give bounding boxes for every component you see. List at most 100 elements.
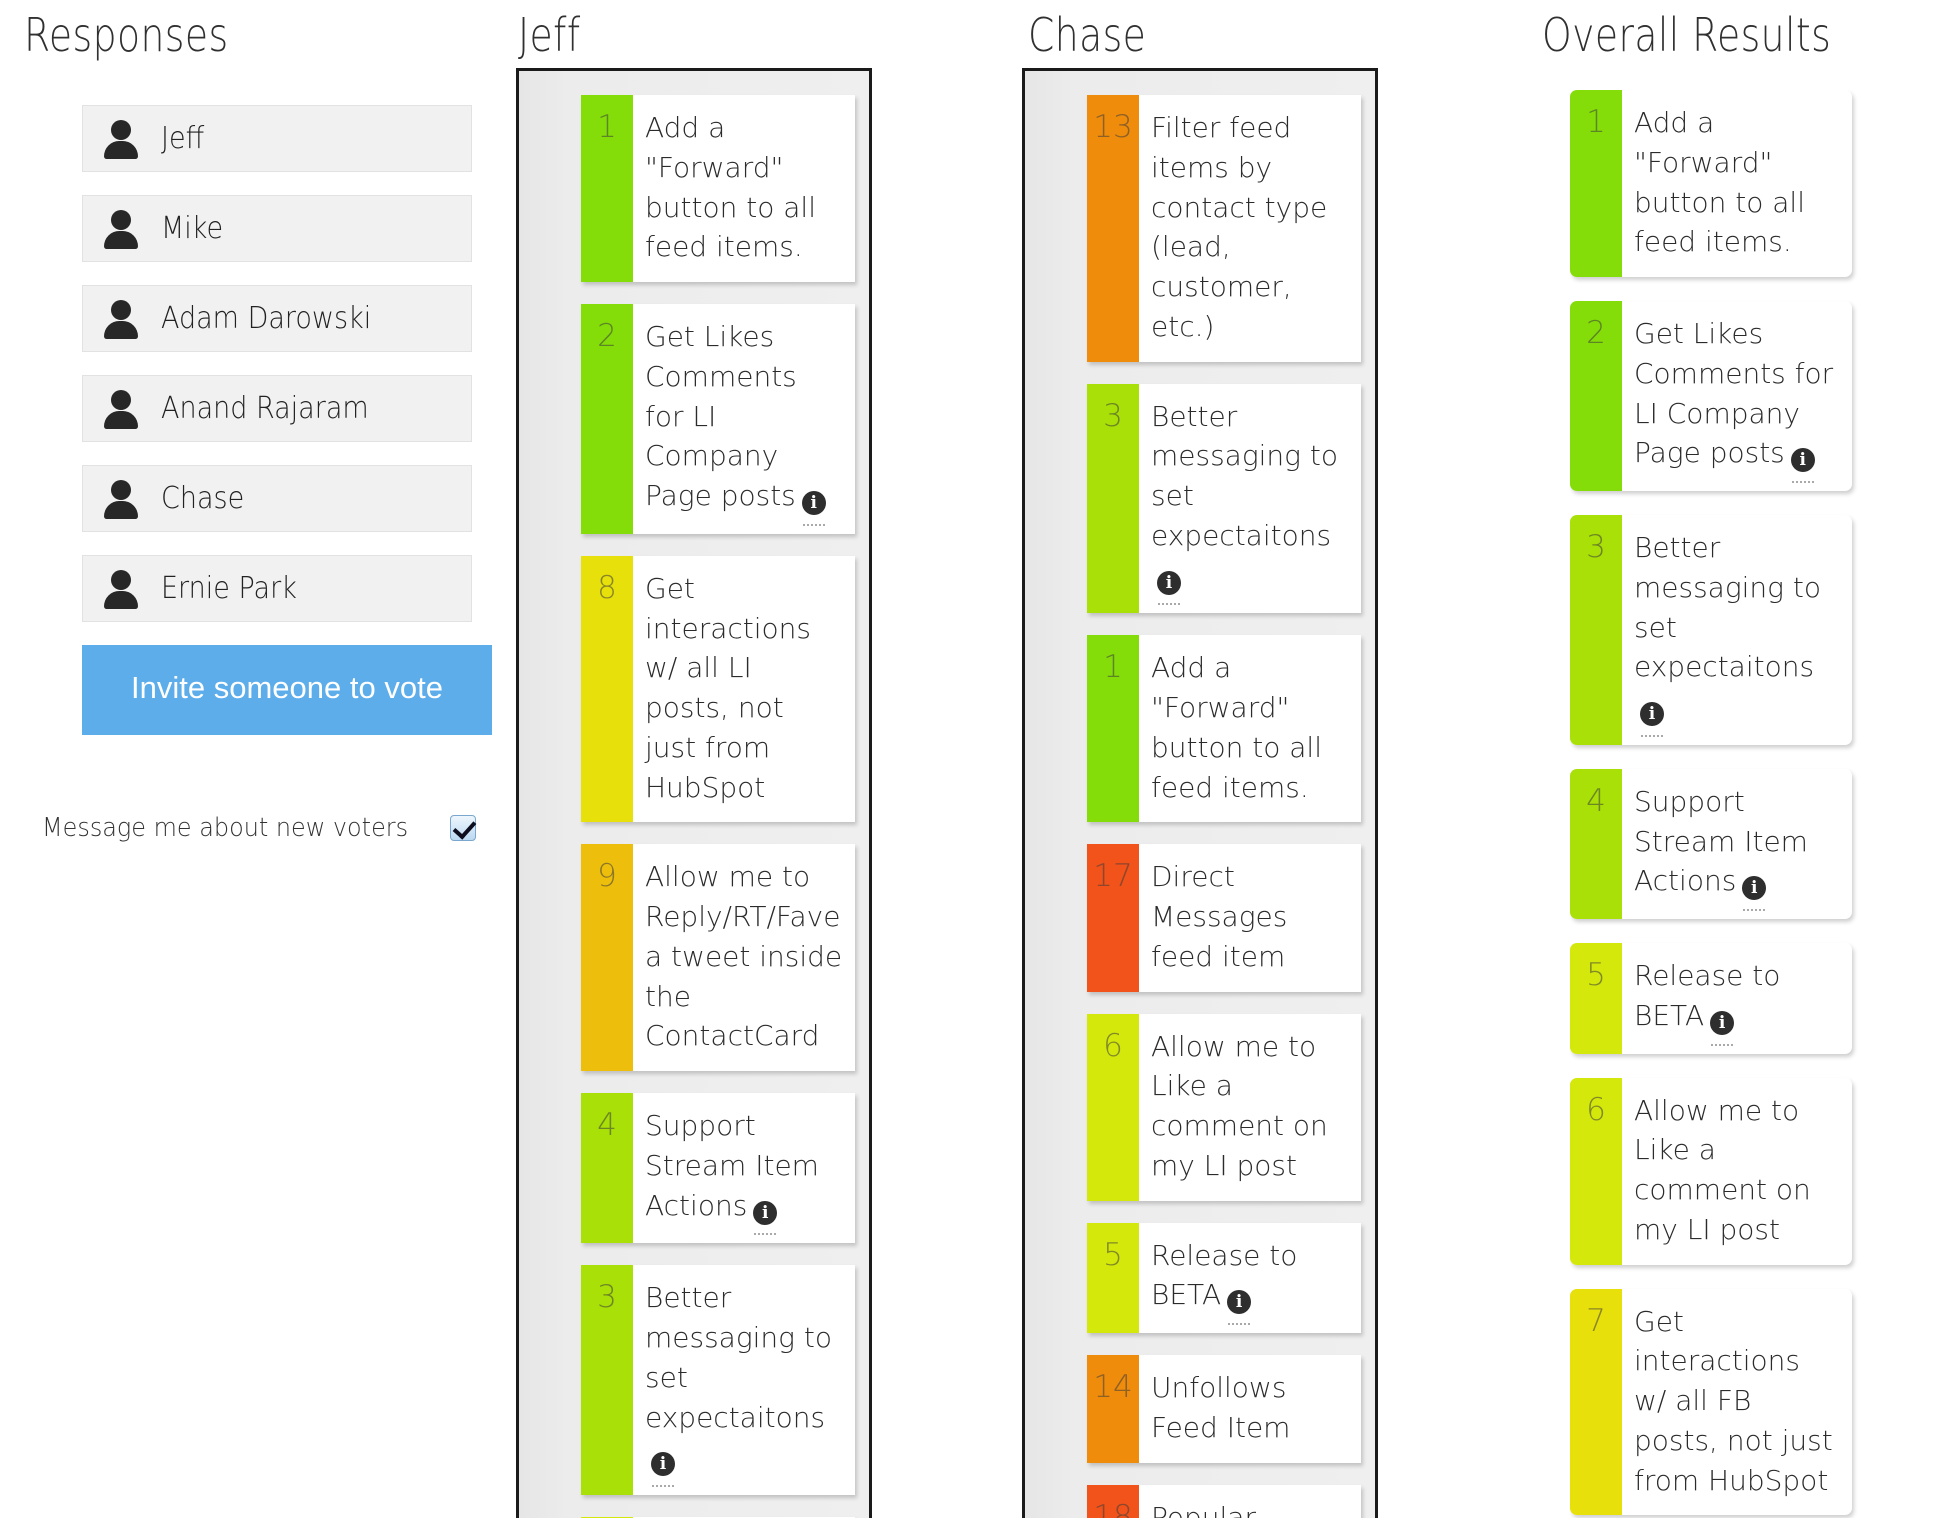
- vote-card-body: Get interactions w/ all FB posts, not ju…: [1622, 1289, 1852, 1516]
- vote-card-text: Add a "Forward" button to all feed items…: [1634, 106, 1805, 258]
- vote-card[interactable]: 2Get Likes Comments for LI Company Page …: [1570, 301, 1852, 491]
- person-icon: [99, 567, 143, 611]
- voter-list: Jeff Mike Adam Darowski Anand Rajaram Chase E…: [82, 105, 472, 622]
- vote-card[interactable]: 3Better messaging to set expectaitons i: [581, 1265, 855, 1495]
- vote-card[interactable]: 5Release to BETAi: [1087, 1223, 1361, 1334]
- vote-card-rank: 3: [581, 1265, 633, 1495]
- vote-card-text: Better messaging to set expectaitons: [1151, 400, 1338, 552]
- vote-card[interactable]: 17Direct Messages feed item: [1087, 844, 1361, 991]
- voter-row[interactable]: Anand Rajaram: [82, 375, 472, 442]
- vote-card[interactable]: 13Filter feed items by contact type (lea…: [1087, 95, 1361, 362]
- vote-card-text: Add a "Forward" button to all feed items…: [645, 111, 816, 263]
- vote-column-jeff: 1Add a "Forward" button to all feed item…: [516, 68, 872, 1518]
- vote-card[interactable]: 8Get interactions w/ all LI posts, not j…: [581, 556, 855, 823]
- vote-card[interactable]: 4Support Stream Item Actionsi: [1570, 769, 1852, 919]
- vote-card[interactable]: 1Add a "Forward" button to all feed item…: [581, 95, 855, 282]
- vote-card[interactable]: 5Release to BETAi: [1570, 943, 1852, 1054]
- person-icon: [99, 207, 143, 251]
- vote-card-body: Direct Messages feed item: [1139, 844, 1361, 991]
- vote-card[interactable]: 4Support Stream Item Actionsi: [581, 1093, 855, 1243]
- vote-card-text: Get interactions w/ all LI posts, not ju…: [645, 572, 811, 804]
- vote-card-text: Popular Content: People Are Favoriting f…: [1151, 1501, 1300, 1518]
- vote-card-body: Support Stream Item Actionsi: [633, 1093, 855, 1243]
- person-icon: [99, 117, 143, 161]
- info-icon[interactable]: i: [1742, 864, 1766, 904]
- vote-card[interactable]: 18Popular Content: People Are Favoriting…: [1087, 1485, 1361, 1518]
- overall-results-column: 1Add a "Forward" button to all feed item…: [1570, 90, 1914, 1518]
- vote-card[interactable]: 3Better messaging to set expectaitons i: [1570, 515, 1852, 745]
- vote-card[interactable]: 2Get Likes Comments for LI Company Page …: [581, 304, 855, 534]
- card-list-chase: 13Filter feed items by contact type (lea…: [1025, 95, 1375, 1518]
- info-icon[interactable]: i: [1227, 1278, 1251, 1318]
- vote-card-rank: 2: [581, 304, 633, 534]
- vote-card-rank: 9: [581, 844, 633, 1071]
- info-icon[interactable]: i: [1157, 559, 1181, 599]
- vote-column-chase: 13Filter feed items by contact type (lea…: [1022, 68, 1378, 1518]
- voter-name: Jeff: [161, 121, 204, 156]
- vote-card-body: Popular Content: People Are Favoriting f…: [1139, 1485, 1361, 1518]
- vote-card-text: Better messaging to set expectaitons: [645, 1281, 832, 1433]
- vote-card[interactable]: 14Unfollows Feed Item: [1087, 1355, 1361, 1463]
- vote-card-body: Allow me to Like a comment on my LI post: [1139, 1014, 1361, 1201]
- vote-card-rank: 3: [1570, 515, 1622, 745]
- vote-card[interactable]: 9Allow me to Reply/RT/Fave a tweet insid…: [581, 844, 855, 1071]
- voter-name: Adam Darowski: [161, 301, 371, 336]
- vote-card-body: Better messaging to set expectaitons i: [1622, 515, 1852, 745]
- vote-card-body: Get Likes Comments for LI Company Page p…: [633, 304, 855, 534]
- person-icon: [99, 297, 143, 341]
- vote-card-rank: 1: [581, 95, 633, 282]
- vote-card[interactable]: 7Get interactions w/ all FB posts, not j…: [1570, 1289, 1852, 1516]
- vote-card-body: Release to BETAi: [1622, 943, 1852, 1054]
- vote-card[interactable]: 6Allow me to Like a comment on my LI pos…: [1087, 1014, 1361, 1201]
- voter-row[interactable]: Jeff: [82, 105, 472, 172]
- info-icon[interactable]: i: [651, 1440, 675, 1480]
- vote-card-rank: 14: [1087, 1355, 1139, 1463]
- vote-card-body: Support Stream Item Actionsi: [1622, 769, 1852, 919]
- info-icon[interactable]: i: [1640, 690, 1664, 730]
- vote-card[interactable]: 1Add a "Forward" button to all feed item…: [1087, 635, 1361, 822]
- vote-card-rank: 1: [1087, 635, 1139, 822]
- vote-card-rank: 13: [1087, 95, 1139, 362]
- vote-card-text: Get interactions w/ all FB posts, not ju…: [1634, 1305, 1833, 1497]
- vote-card-rank: 2: [1570, 301, 1622, 491]
- column-title-jeff: Jeff: [518, 8, 581, 62]
- vote-card-rank: 1: [1570, 90, 1622, 277]
- info-icon[interactable]: i: [1791, 436, 1815, 476]
- vote-card-text: Filter feed items by contact type (lead,…: [1151, 111, 1327, 343]
- vote-card-text: Better messaging to set expectaitons: [1634, 531, 1821, 683]
- person-icon: [99, 387, 143, 431]
- person-icon: [99, 477, 143, 521]
- vote-card-rank: 7: [1570, 1289, 1622, 1516]
- vote-card-body: Add a "Forward" button to all feed items…: [1139, 635, 1361, 822]
- vote-card-rank: 5: [1570, 943, 1622, 1054]
- vote-card-body: Add a "Forward" button to all feed items…: [1622, 90, 1852, 277]
- vote-card-body: Allow me to Reply/RT/Fave a tweet inside…: [633, 844, 855, 1071]
- vote-card[interactable]: 1Add a "Forward" button to all feed item…: [1570, 90, 1852, 277]
- voter-row[interactable]: Ernie Park: [82, 555, 472, 622]
- info-icon[interactable]: i: [1710, 999, 1734, 1039]
- voter-row[interactable]: Chase: [82, 465, 472, 532]
- page-title-responses: Responses: [24, 8, 229, 62]
- notify-new-voters-row[interactable]: Message me about new voters: [42, 813, 472, 843]
- voter-name: Ernie Park: [161, 571, 297, 606]
- vote-card-body: Allow me to Like a comment on my LI post: [1622, 1078, 1852, 1265]
- vote-card-rank: 17: [1087, 844, 1139, 991]
- card-list-overall: 1Add a "Forward" button to all feed item…: [1570, 90, 1914, 1518]
- info-icon[interactable]: i: [802, 479, 826, 519]
- voter-name: Chase: [161, 481, 244, 516]
- column-title-overall-results: Overall Results: [1542, 8, 1831, 62]
- vote-card[interactable]: 6Allow me to Like a comment on my LI pos…: [1570, 1078, 1852, 1265]
- vote-card-body: Better messaging to set expectaitons i: [1139, 384, 1361, 614]
- vote-card-body: Release to BETAi: [1139, 1223, 1361, 1334]
- invite-someone-to-vote-button[interactable]: Invite someone to vote: [82, 645, 492, 735]
- vote-card[interactable]: 3Better messaging to set expectaitons i: [1087, 384, 1361, 614]
- vote-card-rank: 3: [1087, 384, 1139, 614]
- info-icon[interactable]: i: [753, 1189, 777, 1229]
- vote-card-text: Allow me to Like a comment on my LI post: [1151, 1030, 1328, 1182]
- vote-card-text: Release to BETA: [1151, 1239, 1297, 1312]
- voter-row[interactable]: Adam Darowski: [82, 285, 472, 352]
- notify-new-voters-checkbox[interactable]: [450, 815, 476, 841]
- voter-row[interactable]: Mike: [82, 195, 472, 262]
- vote-card-body: Add a "Forward" button to all feed items…: [633, 95, 855, 282]
- column-title-chase: Chase: [1028, 8, 1146, 62]
